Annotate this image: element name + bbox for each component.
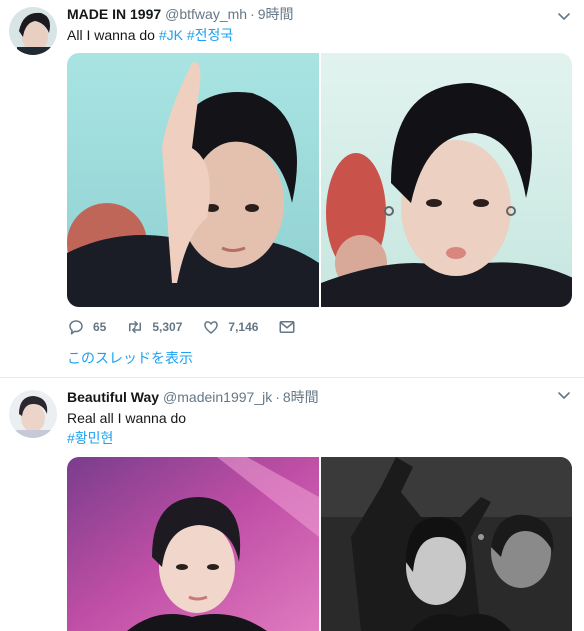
photo[interactable] xyxy=(67,53,319,307)
display-name[interactable]: Beautiful Way xyxy=(67,389,159,405)
tweet-text-plain: All I wanna do xyxy=(67,27,159,43)
tweet-text: All I wanna do #JK #전정국 xyxy=(67,25,233,45)
hashtag-link[interactable]: #JK xyxy=(159,27,183,43)
photo[interactable] xyxy=(320,53,572,307)
retweet-icon xyxy=(129,321,142,333)
caret-down-icon[interactable] xyxy=(556,8,572,24)
user-handle[interactable]: @madein1997_jk xyxy=(163,389,272,405)
tweet[interactable]: MADE IN 1997 @btfway_mh · 9時間 All I wann… xyxy=(0,0,584,378)
like-count: 7,146 xyxy=(228,320,259,334)
reply-button[interactable]: 65 xyxy=(67,318,106,336)
photo[interactable] xyxy=(320,457,572,631)
tweet-header: MADE IN 1997 @btfway_mh · 9時間 xyxy=(67,4,294,24)
avatar[interactable] xyxy=(9,390,57,438)
timestamp[interactable]: 9時間 xyxy=(258,4,294,24)
dm-icon xyxy=(279,321,295,333)
hashtag-link[interactable]: #황민현 xyxy=(67,430,113,446)
hashtag-link[interactable]: #전정국 xyxy=(187,27,233,43)
retweet-button[interactable]: 5,307 xyxy=(126,318,182,336)
photo[interactable] xyxy=(67,457,319,631)
media-grid xyxy=(67,53,572,307)
avatar[interactable] xyxy=(9,7,57,55)
display-name[interactable]: MADE IN 1997 xyxy=(67,6,161,22)
tweet-actions: 65 5,307 7,146 xyxy=(67,316,324,338)
separator-dot: · xyxy=(275,389,280,405)
tweet-header: Beautiful Way @madein1997_jk · 8時間 xyxy=(67,387,319,407)
direct-message-button[interactable] xyxy=(278,318,304,336)
media-grid xyxy=(67,457,572,631)
tweet[interactable]: Beautiful Way @madein1997_jk · 8時間 Real … xyxy=(0,379,584,631)
separator-dot: · xyxy=(250,6,255,22)
like-icon xyxy=(204,321,219,334)
reply-icon xyxy=(69,320,83,335)
tweet-text: Real all I wanna do xyxy=(67,410,187,426)
like-button[interactable]: 7,146 xyxy=(202,318,258,336)
show-thread-link[interactable]: このスレッドを表示 xyxy=(67,348,193,368)
timestamp[interactable]: 8時間 xyxy=(283,387,319,407)
retweet-count: 5,307 xyxy=(152,320,183,334)
tweet-hashtags: #황민현 xyxy=(67,428,113,448)
reply-count: 65 xyxy=(93,320,107,334)
user-handle[interactable]: @btfway_mh xyxy=(165,6,247,22)
caret-down-icon[interactable] xyxy=(556,387,572,403)
